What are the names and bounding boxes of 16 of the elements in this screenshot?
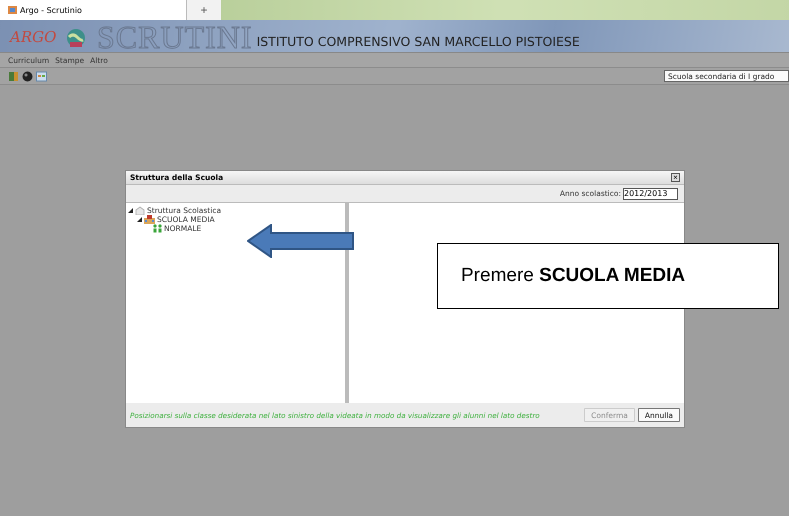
year-spinner[interactable]: 2012/2013 xyxy=(623,188,678,200)
expanded-triangle-icon[interactable] xyxy=(128,208,133,213)
school-name: ISTITUTO COMPRENSIVO SAN MARCELLO PISTOIESE xyxy=(256,34,580,49)
callout-text: Premere SCUOLA MEDIA xyxy=(437,243,779,309)
tab-title: Argo - Scrutinio xyxy=(20,6,82,14)
people-icon xyxy=(153,224,162,233)
browser-tab[interactable]: Argo - Scrutinio xyxy=(0,0,187,20)
building-icon xyxy=(135,206,145,215)
school-icon xyxy=(144,215,155,224)
expanded-triangle-icon[interactable] xyxy=(137,217,142,222)
globe-icon xyxy=(65,28,87,48)
logo: ARGO xyxy=(10,28,55,46)
ball-icon[interactable] xyxy=(22,70,33,82)
app-icon xyxy=(8,6,17,14)
close-button[interactable]: × xyxy=(671,173,680,182)
new-tab-button[interactable]: + xyxy=(187,0,221,20)
